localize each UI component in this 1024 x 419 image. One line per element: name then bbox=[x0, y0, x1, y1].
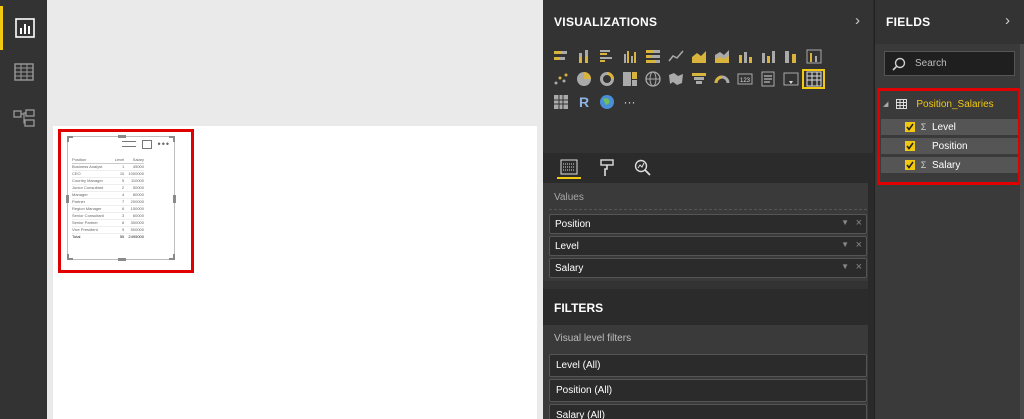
donut-chart-icon[interactable] bbox=[595, 69, 618, 89]
visualizations-title: VISUALIZATIONS bbox=[554, 15, 658, 29]
format-tab[interactable] bbox=[595, 157, 619, 179]
clustered-column-chart-icon[interactable] bbox=[618, 46, 641, 66]
remove-icon[interactable]: × bbox=[856, 239, 862, 251]
values-title: Values bbox=[554, 192, 584, 203]
fields-header: FIELDS › bbox=[875, 0, 1024, 44]
chevron-down-icon[interactable]: ▼ bbox=[841, 218, 849, 227]
multi-row-card-icon[interactable] bbox=[756, 69, 779, 89]
card-icon[interactable]: 123 bbox=[733, 69, 756, 89]
remove-icon[interactable]: × bbox=[856, 217, 862, 229]
value-well-position[interactable]: Position ▼ × bbox=[549, 214, 867, 234]
visual-level-filters-label: Visual level filters bbox=[554, 333, 632, 344]
fields-wells-icon bbox=[560, 159, 578, 175]
filters-section: Visual level filters Level (All) Positio… bbox=[543, 325, 873, 419]
stacked-area-chart-icon[interactable] bbox=[710, 46, 733, 66]
visualizations-scrollbar[interactable] bbox=[868, 180, 873, 419]
area-chart-icon[interactable] bbox=[687, 46, 710, 66]
scatter-chart-icon[interactable] bbox=[549, 69, 572, 89]
view-rail bbox=[0, 0, 47, 419]
search-icon bbox=[892, 57, 906, 71]
analytics-magnifier-icon bbox=[634, 159, 651, 176]
relationships-view-button[interactable] bbox=[0, 96, 47, 140]
value-well-salary[interactable]: Salary ▼ × bbox=[549, 258, 867, 278]
filter-label: Salary (All) bbox=[556, 410, 605, 419]
fields-scrollbar[interactable] bbox=[1020, 44, 1024, 419]
values-well-section: Values Position ▼ × Level ▼ × Salary ▼ × bbox=[543, 183, 873, 281]
well-label: Level bbox=[555, 241, 579, 252]
map-icon[interactable] bbox=[641, 69, 664, 89]
pie-chart-icon[interactable] bbox=[572, 69, 595, 89]
data-view-button[interactable] bbox=[0, 50, 47, 94]
filters-header: FILTERS bbox=[543, 289, 873, 325]
fields-highlight-box bbox=[877, 88, 1021, 185]
report-view-button[interactable] bbox=[0, 6, 47, 50]
drop-separator bbox=[549, 209, 867, 210]
filters-title: FILTERS bbox=[554, 301, 604, 315]
waterfall-chart-icon[interactable] bbox=[802, 46, 825, 66]
fields-search-input[interactable]: Search bbox=[884, 51, 1015, 76]
search-placeholder: Search bbox=[915, 58, 947, 69]
table-visual-icon[interactable] bbox=[802, 68, 825, 89]
filled-map-icon[interactable] bbox=[664, 69, 687, 89]
well-label: Position bbox=[555, 219, 591, 230]
filter-label: Level (All) bbox=[556, 360, 601, 371]
line-and-clustered-column-icon[interactable] bbox=[756, 46, 779, 66]
collapse-fields-button[interactable]: › bbox=[1005, 12, 1010, 29]
filter-card-position[interactable]: Position (All) bbox=[549, 379, 867, 402]
bar-chart-icon bbox=[15, 18, 35, 38]
visual-highlight-box bbox=[58, 129, 194, 273]
visualizations-tabs bbox=[543, 153, 873, 183]
matrix-icon[interactable] bbox=[549, 92, 572, 112]
100-stacked-bar-chart-icon[interactable] bbox=[641, 46, 664, 66]
clustered-bar-chart-icon[interactable] bbox=[595, 46, 618, 66]
powerbi-desktop: ••• Position Level Salary Business Analy… bbox=[0, 0, 1024, 419]
gauge-icon[interactable] bbox=[710, 69, 733, 89]
line-chart-icon[interactable] bbox=[664, 46, 687, 66]
globe-visual-icon[interactable] bbox=[595, 92, 618, 112]
collapse-visualizations-button[interactable]: › bbox=[855, 12, 860, 29]
stacked-bar-chart-icon[interactable] bbox=[549, 46, 572, 66]
filter-card-level[interactable]: Level (All) bbox=[549, 354, 867, 377]
analytics-tab[interactable] bbox=[631, 157, 655, 179]
filter-label: Position (All) bbox=[556, 385, 613, 396]
chevron-down-icon[interactable]: ▼ bbox=[841, 262, 849, 271]
funnel-icon[interactable] bbox=[687, 69, 710, 89]
kpi-icon[interactable] bbox=[779, 69, 802, 89]
paint-roller-icon bbox=[600, 159, 614, 176]
svg-text:123: 123 bbox=[739, 78, 750, 84]
more-visuals-icon[interactable]: ··· bbox=[618, 92, 641, 112]
relationships-icon bbox=[12, 109, 35, 127]
svg-text:R: R bbox=[578, 94, 588, 110]
treemap-icon[interactable] bbox=[618, 69, 641, 89]
chevron-down-icon[interactable]: ▼ bbox=[841, 240, 849, 249]
line-and-column-chart-icon[interactable] bbox=[733, 46, 756, 66]
filter-card-salary[interactable]: Salary (All) bbox=[549, 404, 867, 419]
well-label: Salary bbox=[555, 263, 584, 274]
table-grid-icon bbox=[13, 63, 34, 81]
fields-tab[interactable] bbox=[557, 157, 581, 179]
fields-pane: FIELDS › Search ◢ Position_Salaries Σ Le… bbox=[874, 0, 1024, 419]
remove-icon[interactable]: × bbox=[856, 261, 862, 273]
ribbon-chart-icon[interactable] bbox=[779, 46, 802, 66]
canvas-background bbox=[47, 0, 543, 126]
stacked-column-chart-icon[interactable] bbox=[572, 46, 595, 66]
fields-title: FIELDS bbox=[886, 15, 931, 29]
visualizations-gallery: 123 R ··· bbox=[549, 44, 879, 113]
value-well-level[interactable]: Level ▼ × bbox=[549, 236, 867, 256]
visualizations-pane: VISUALIZATIONS › 123 R ··· Values Positi… bbox=[543, 0, 873, 419]
r-script-visual-icon[interactable]: R bbox=[572, 92, 595, 112]
